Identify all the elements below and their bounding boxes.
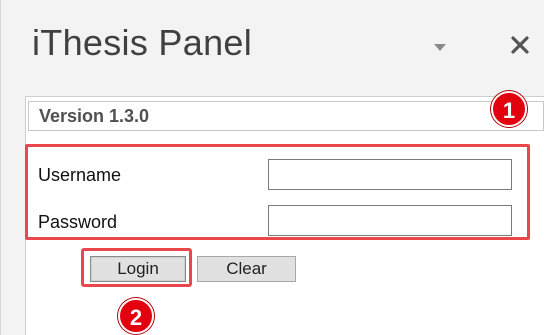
password-input[interactable]: [268, 205, 512, 236]
chevron-down-icon[interactable]: [427, 38, 453, 56]
close-icon[interactable]: [505, 30, 535, 60]
ithesis-panel: iThesis Panel Version 1.3.0 Username Pas…: [0, 0, 544, 335]
version-bar: Version 1.3.0: [28, 101, 544, 131]
username-label: Username: [38, 165, 122, 185]
panel-title: iThesis Panel: [32, 22, 253, 63]
version-label: Version 1.3.0: [39, 106, 150, 126]
password-label: Password: [38, 212, 118, 232]
username-input[interactable]: [268, 159, 512, 190]
login-button[interactable]: Login: [90, 256, 186, 282]
step-badge-2: 2: [118, 298, 154, 334]
step-badge-1: 1: [491, 91, 527, 127]
clear-button[interactable]: Clear: [197, 256, 296, 282]
